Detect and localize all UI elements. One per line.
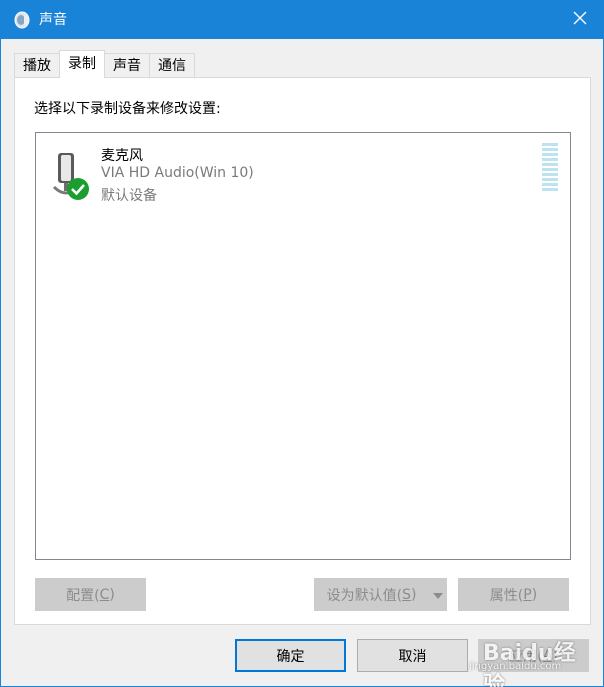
set-default-label: 设为默认值( <box>326 587 403 604</box>
speaker-icon <box>13 11 31 29</box>
device-name: 麦克风 <box>101 148 143 164</box>
ok-button[interactable]: 确定 <box>235 639 346 672</box>
properties-button[interactable]: 属性(P) <box>458 578 569 611</box>
apply-suffix: ) <box>552 647 558 664</box>
set-default-hotkey: S <box>402 586 411 603</box>
set-default-suffix: ) <box>410 586 417 603</box>
configure-hotkey: C <box>99 586 110 603</box>
window-title: 声音 <box>39 12 67 28</box>
input-level-meter <box>542 143 558 191</box>
microphone-icon <box>50 149 92 207</box>
tab-strip: 播放 录制 声音 通信 <box>14 50 195 78</box>
cancel-button[interactable]: 取消 <box>357 639 468 672</box>
configure-label: 配置( <box>66 587 100 604</box>
configure-suffix: ) <box>109 586 115 603</box>
instruction-label: 选择以下录制设备来修改设置: <box>34 101 221 117</box>
properties-suffix: ) <box>531 586 538 603</box>
list-item[interactable]: 麦克风 VIA HD Audio(Win 10) 默认设备 <box>50 143 555 204</box>
device-status: 默认设备 <box>101 188 157 204</box>
device-list[interactable]: 麦克风 VIA HD Audio(Win 10) 默认设备 <box>35 132 571 560</box>
device-driver: VIA HD Audio(Win 10) <box>101 165 254 181</box>
tab-playback[interactable]: 播放 <box>14 53 60 78</box>
properties-hotkey: P <box>523 586 532 603</box>
apply-hotkey: A <box>542 647 553 664</box>
sound-dialog: 声音 播放 录制 声音 通信 选择以下录制设备来修改设置: 麦克风 VIA HD… <box>0 0 604 687</box>
close-button[interactable] <box>557 1 603 39</box>
properties-label: 属性( <box>489 587 524 604</box>
tab-communications[interactable]: 通信 <box>149 53 195 78</box>
title-bar: 声音 <box>1 1 603 39</box>
apply-label: 应用( <box>509 648 543 665</box>
set-default-dropdown[interactable] <box>428 578 447 611</box>
apply-button[interactable]: 应用(A) <box>478 639 589 672</box>
recording-panel: 选择以下录制设备来修改设置: 麦克风 VIA HD Audio(Win 10) … <box>14 77 591 625</box>
tab-sounds[interactable]: 声音 <box>104 53 150 78</box>
tab-recording[interactable]: 录制 <box>59 50 105 78</box>
set-default-button[interactable]: 设为默认值(S) <box>314 578 428 611</box>
chevron-down-icon <box>432 587 443 603</box>
close-icon <box>573 11 587 29</box>
configure-button[interactable]: 配置(C) <box>35 578 146 611</box>
